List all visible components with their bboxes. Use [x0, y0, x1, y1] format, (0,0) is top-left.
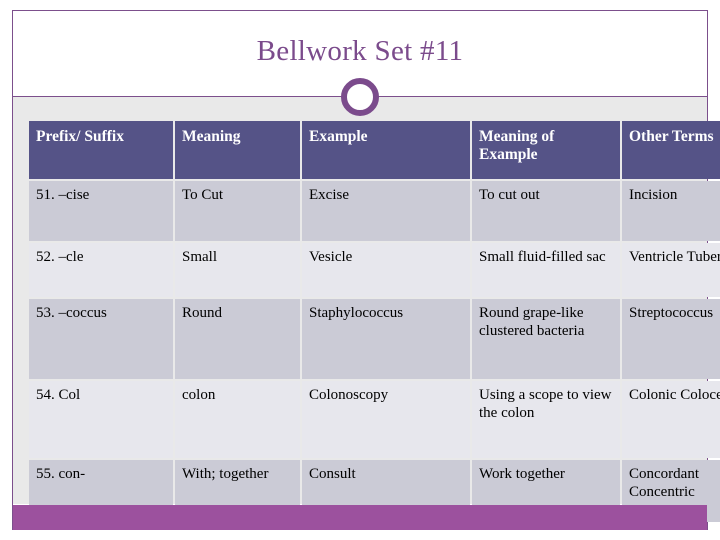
cell-example: Excise: [302, 181, 470, 241]
cell-meaning-of-example: Round grape-like clustered bacteria: [472, 299, 620, 379]
cell-prefix-suffix: 51. –cise: [29, 181, 173, 241]
column-header-meaning: Meaning: [175, 121, 300, 179]
table-row: 53. –coccus Round Staphylococcus Round g…: [29, 299, 720, 379]
cell-meaning-of-example: Using a scope to view the colon: [472, 381, 620, 458]
cell-meaning-of-example: To cut out: [472, 181, 620, 241]
cell-example: Colonoscopy: [302, 381, 470, 458]
cell-other-terms: Ventricle Tubercle: [622, 243, 720, 297]
cell-other-terms: Colonic Colocentesis: [622, 381, 720, 458]
cell-prefix-suffix: 54. Col: [29, 381, 173, 458]
cell-example: Vesicle: [302, 243, 470, 297]
table-row: 51. –cise To Cut Excise To cut out Incis…: [29, 181, 720, 241]
bottom-accent-bar: [13, 505, 707, 530]
cell-meaning: To Cut: [175, 181, 300, 241]
table-header: Prefix/ Suffix Meaning Example Meaning o…: [29, 121, 720, 179]
ring-ornament-icon: [341, 78, 379, 116]
cell-meaning-of-example: Small fluid-filled sac: [472, 243, 620, 297]
cell-prefix-suffix: 53. –coccus: [29, 299, 173, 379]
table-header-row: Prefix/ Suffix Meaning Example Meaning o…: [29, 121, 720, 179]
cell-other-terms: Streptococcus: [622, 299, 720, 379]
table-row: 52. –cle Small Vesicle Small fluid-fille…: [29, 243, 720, 297]
ring-shape: [341, 78, 379, 116]
cell-other-terms: Incision: [622, 181, 720, 241]
vocabulary-table: Prefix/ Suffix Meaning Example Meaning o…: [27, 119, 720, 524]
page-title: Bellwork Set #11: [256, 35, 464, 67]
cell-prefix-suffix: 52. –cle: [29, 243, 173, 297]
column-header-prefix-suffix: Prefix/ Suffix: [29, 121, 173, 179]
column-header-meaning-of-example: Meaning of Example: [472, 121, 620, 179]
table-row: 54. Col colon Colonoscopy Using a scope …: [29, 381, 720, 458]
cell-meaning: colon: [175, 381, 300, 458]
column-header-other-terms: Other Terms: [622, 121, 720, 179]
column-header-example: Example: [302, 121, 470, 179]
cell-meaning: Round: [175, 299, 300, 379]
table-body: 51. –cise To Cut Excise To cut out Incis…: [29, 181, 720, 522]
cell-meaning: Small: [175, 243, 300, 297]
cell-example: Staphylococcus: [302, 299, 470, 379]
slide-canvas: Bellwork Set #11 Prefix/ Suffix Meaning …: [0, 0, 720, 540]
